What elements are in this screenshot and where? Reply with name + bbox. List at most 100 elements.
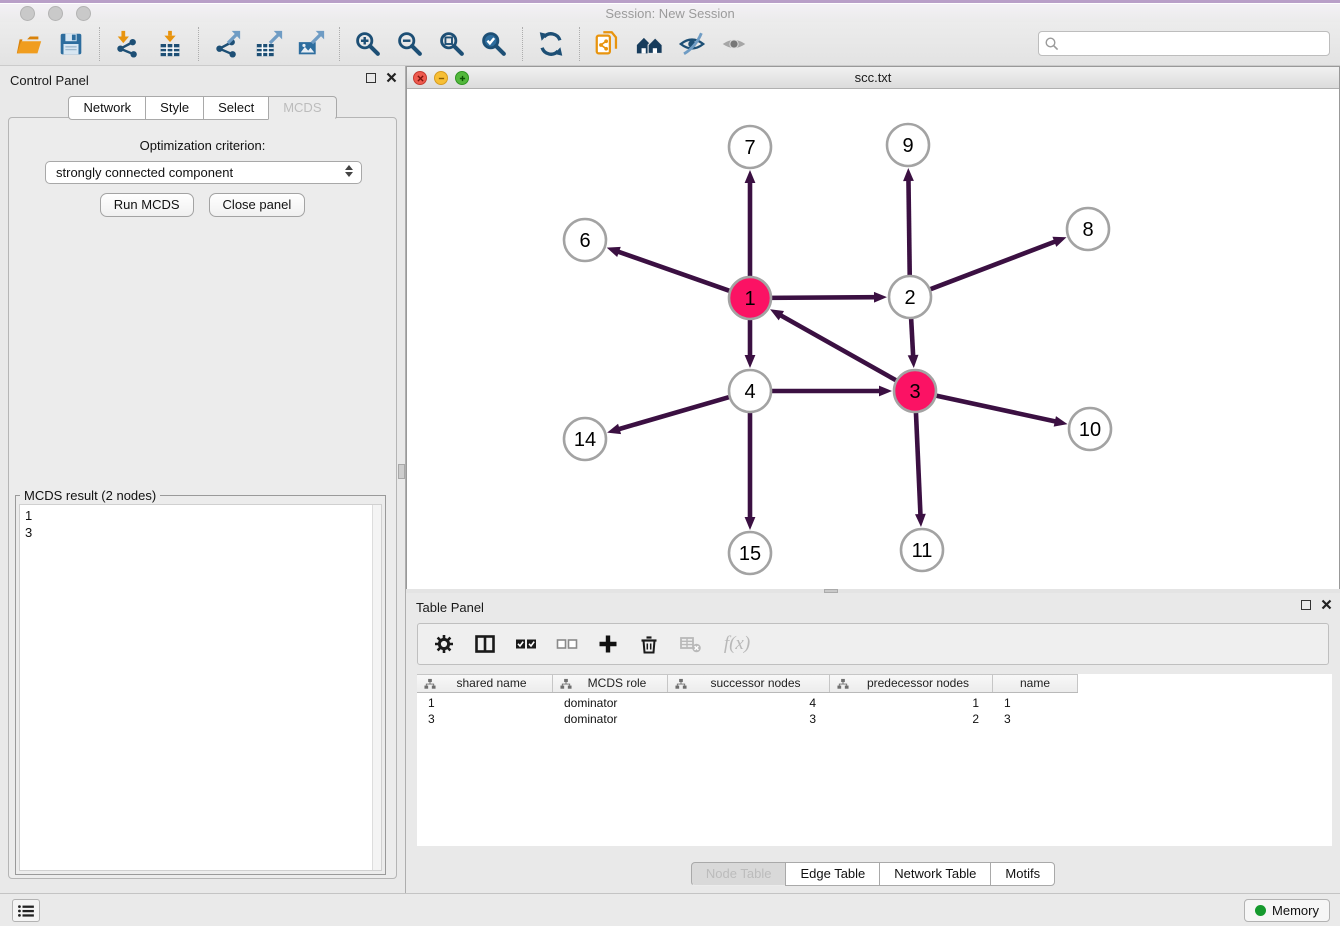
dropdown-arrows-icon bbox=[345, 165, 353, 177]
tab-style[interactable]: Style bbox=[145, 96, 204, 120]
vertical-splitter-handle[interactable] bbox=[398, 464, 405, 479]
column-header-shared-name[interactable]: shared name bbox=[417, 675, 553, 692]
search-field[interactable] bbox=[1038, 31, 1330, 56]
graph-edge-2-9[interactable] bbox=[908, 179, 909, 279]
memory-button[interactable]: Memory bbox=[1244, 899, 1330, 922]
table-cell[interactable]: 3 bbox=[417, 711, 553, 727]
column-header-predecessor-nodes[interactable]: predecessor nodes bbox=[830, 675, 993, 692]
table-cell[interactable]: 1 bbox=[417, 695, 553, 711]
graph-node-11[interactable]: 11 bbox=[901, 529, 943, 571]
search-icon bbox=[1044, 36, 1060, 52]
tab-node-table[interactable]: Node Table bbox=[691, 862, 787, 886]
table-row[interactable]: 1dominator411 bbox=[417, 695, 1332, 711]
refresh-icon[interactable] bbox=[534, 27, 568, 61]
graph-edge-3-10[interactable] bbox=[933, 395, 1057, 422]
import-network-icon[interactable] bbox=[111, 27, 145, 61]
copy-view-icon[interactable] bbox=[591, 27, 625, 61]
tab-network[interactable]: Network bbox=[68, 96, 146, 120]
graph-node-14[interactable]: 14 bbox=[564, 418, 606, 460]
task-history-button[interactable] bbox=[12, 899, 40, 922]
hide-selected-icon[interactable] bbox=[675, 27, 709, 61]
memory-label: Memory bbox=[1272, 903, 1319, 918]
mcds-result-group: MCDS result (2 nodes) 13 bbox=[15, 495, 386, 875]
run-mcds-button[interactable]: Run MCDS bbox=[100, 193, 194, 217]
criterion-dropdown[interactable]: strongly connected component bbox=[45, 161, 362, 184]
graph-edge-2-8[interactable] bbox=[927, 241, 1056, 290]
graph-edge-4-14[interactable] bbox=[618, 396, 733, 429]
graph-edge-3-11[interactable] bbox=[916, 409, 921, 516]
graph-node-7[interactable]: 7 bbox=[729, 126, 771, 168]
result-scrollbar[interactable] bbox=[372, 505, 381, 870]
graph-node-9[interactable]: 9 bbox=[887, 124, 929, 166]
first-neighbors-icon[interactable] bbox=[633, 27, 667, 61]
svg-text:14: 14 bbox=[574, 429, 596, 451]
table-cell[interactable]: 3 bbox=[668, 711, 830, 727]
network-frame-titlebar[interactable]: scc.txt bbox=[407, 67, 1339, 89]
export-image-icon[interactable] bbox=[294, 27, 328, 61]
tab-edge-table[interactable]: Edge Table bbox=[785, 862, 880, 886]
function-builder-icon[interactable]: f(x) bbox=[719, 632, 755, 656]
select-all-icon[interactable] bbox=[514, 632, 538, 656]
table-panel: Table Panel f(x) shared nameMCDS rolesuc… bbox=[406, 593, 1340, 893]
graph-node-15[interactable]: 15 bbox=[729, 532, 771, 574]
deselect-all-icon[interactable] bbox=[555, 632, 579, 656]
svg-text:2: 2 bbox=[904, 287, 915, 309]
table-row[interactable]: 3dominator323 bbox=[417, 711, 1332, 727]
close-panel-icon[interactable] bbox=[386, 72, 397, 83]
close-table-panel-icon[interactable] bbox=[1321, 599, 1332, 610]
network-view-frame: scc.txt 7 9 6 8 1 2 4 3 14 10 15 11 bbox=[406, 66, 1340, 589]
export-table-icon[interactable] bbox=[252, 27, 286, 61]
graph-node-10[interactable]: 10 bbox=[1069, 408, 1111, 450]
float-table-panel-icon[interactable] bbox=[1301, 600, 1311, 610]
graph-edge-2-3[interactable] bbox=[911, 315, 913, 357]
table-cell[interactable]: 1 bbox=[993, 695, 1078, 711]
graph-edge-3-1[interactable] bbox=[780, 315, 900, 382]
table-cell[interactable]: 4 bbox=[668, 695, 830, 711]
tab-network-table[interactable]: Network Table bbox=[879, 862, 991, 886]
search-input[interactable] bbox=[1063, 33, 1323, 54]
table-cell[interactable]: 3 bbox=[993, 711, 1078, 727]
import-table-icon[interactable] bbox=[153, 27, 187, 61]
graph-edge-1-6[interactable] bbox=[617, 251, 733, 292]
graph-edge-arrow bbox=[607, 247, 621, 257]
delete-column-icon[interactable] bbox=[637, 632, 661, 656]
table-cell[interactable]: dominator bbox=[553, 711, 668, 727]
table-cell[interactable]: dominator bbox=[553, 695, 668, 711]
table-cell[interactable]: 1 bbox=[830, 695, 993, 711]
graph-node-1[interactable]: 1 bbox=[729, 277, 771, 319]
graph-node-2[interactable]: 2 bbox=[889, 276, 931, 318]
column-header-successor-nodes[interactable]: successor nodes bbox=[668, 675, 830, 692]
graph-node-3[interactable]: 3 bbox=[894, 370, 936, 412]
show-column-panel-icon[interactable] bbox=[473, 632, 497, 656]
float-panel-icon[interactable] bbox=[366, 73, 376, 83]
tab-motifs[interactable]: Motifs bbox=[990, 862, 1055, 886]
show-all-icon[interactable] bbox=[717, 27, 751, 61]
tab-mcds[interactable]: MCDS bbox=[268, 96, 336, 120]
zoom-fit-icon[interactable] bbox=[435, 27, 469, 61]
graph-edge-1-2[interactable] bbox=[768, 297, 876, 298]
mcds-result-title: MCDS result (2 nodes) bbox=[20, 488, 160, 503]
network-canvas[interactable]: 7 9 6 8 1 2 4 3 14 10 15 11 bbox=[407, 89, 1339, 589]
column-header-label: predecessor nodes bbox=[853, 676, 969, 690]
column-header-MCDS-role[interactable]: MCDS role bbox=[553, 675, 668, 692]
open-session-icon[interactable] bbox=[12, 27, 46, 61]
graph-node-6[interactable]: 6 bbox=[564, 219, 606, 261]
mcds-result-textarea[interactable]: 13 bbox=[19, 504, 382, 871]
column-header-name[interactable]: name bbox=[993, 675, 1078, 692]
graph-node-8[interactable]: 8 bbox=[1067, 208, 1109, 250]
table-cell[interactable]: 2 bbox=[830, 711, 993, 727]
zoom-in-icon[interactable] bbox=[351, 27, 385, 61]
close-panel-button[interactable]: Close panel bbox=[209, 193, 306, 217]
table-panel-title: Table Panel bbox=[416, 600, 484, 615]
table-tabs: Node TableEdge TableNetwork TableMotifs bbox=[406, 862, 1340, 886]
export-network-icon[interactable] bbox=[210, 27, 244, 61]
node-table[interactable]: shared nameMCDS rolesuccessor nodes prede… bbox=[417, 674, 1332, 846]
settings-gear-icon[interactable] bbox=[432, 632, 456, 656]
add-column-icon[interactable] bbox=[596, 632, 620, 656]
zoom-out-icon[interactable] bbox=[393, 27, 427, 61]
graph-node-4[interactable]: 4 bbox=[729, 370, 771, 412]
tab-select[interactable]: Select bbox=[203, 96, 269, 120]
save-session-icon[interactable] bbox=[54, 27, 88, 61]
delete-table-icon[interactable] bbox=[678, 632, 702, 656]
zoom-selected-icon[interactable] bbox=[477, 27, 511, 61]
